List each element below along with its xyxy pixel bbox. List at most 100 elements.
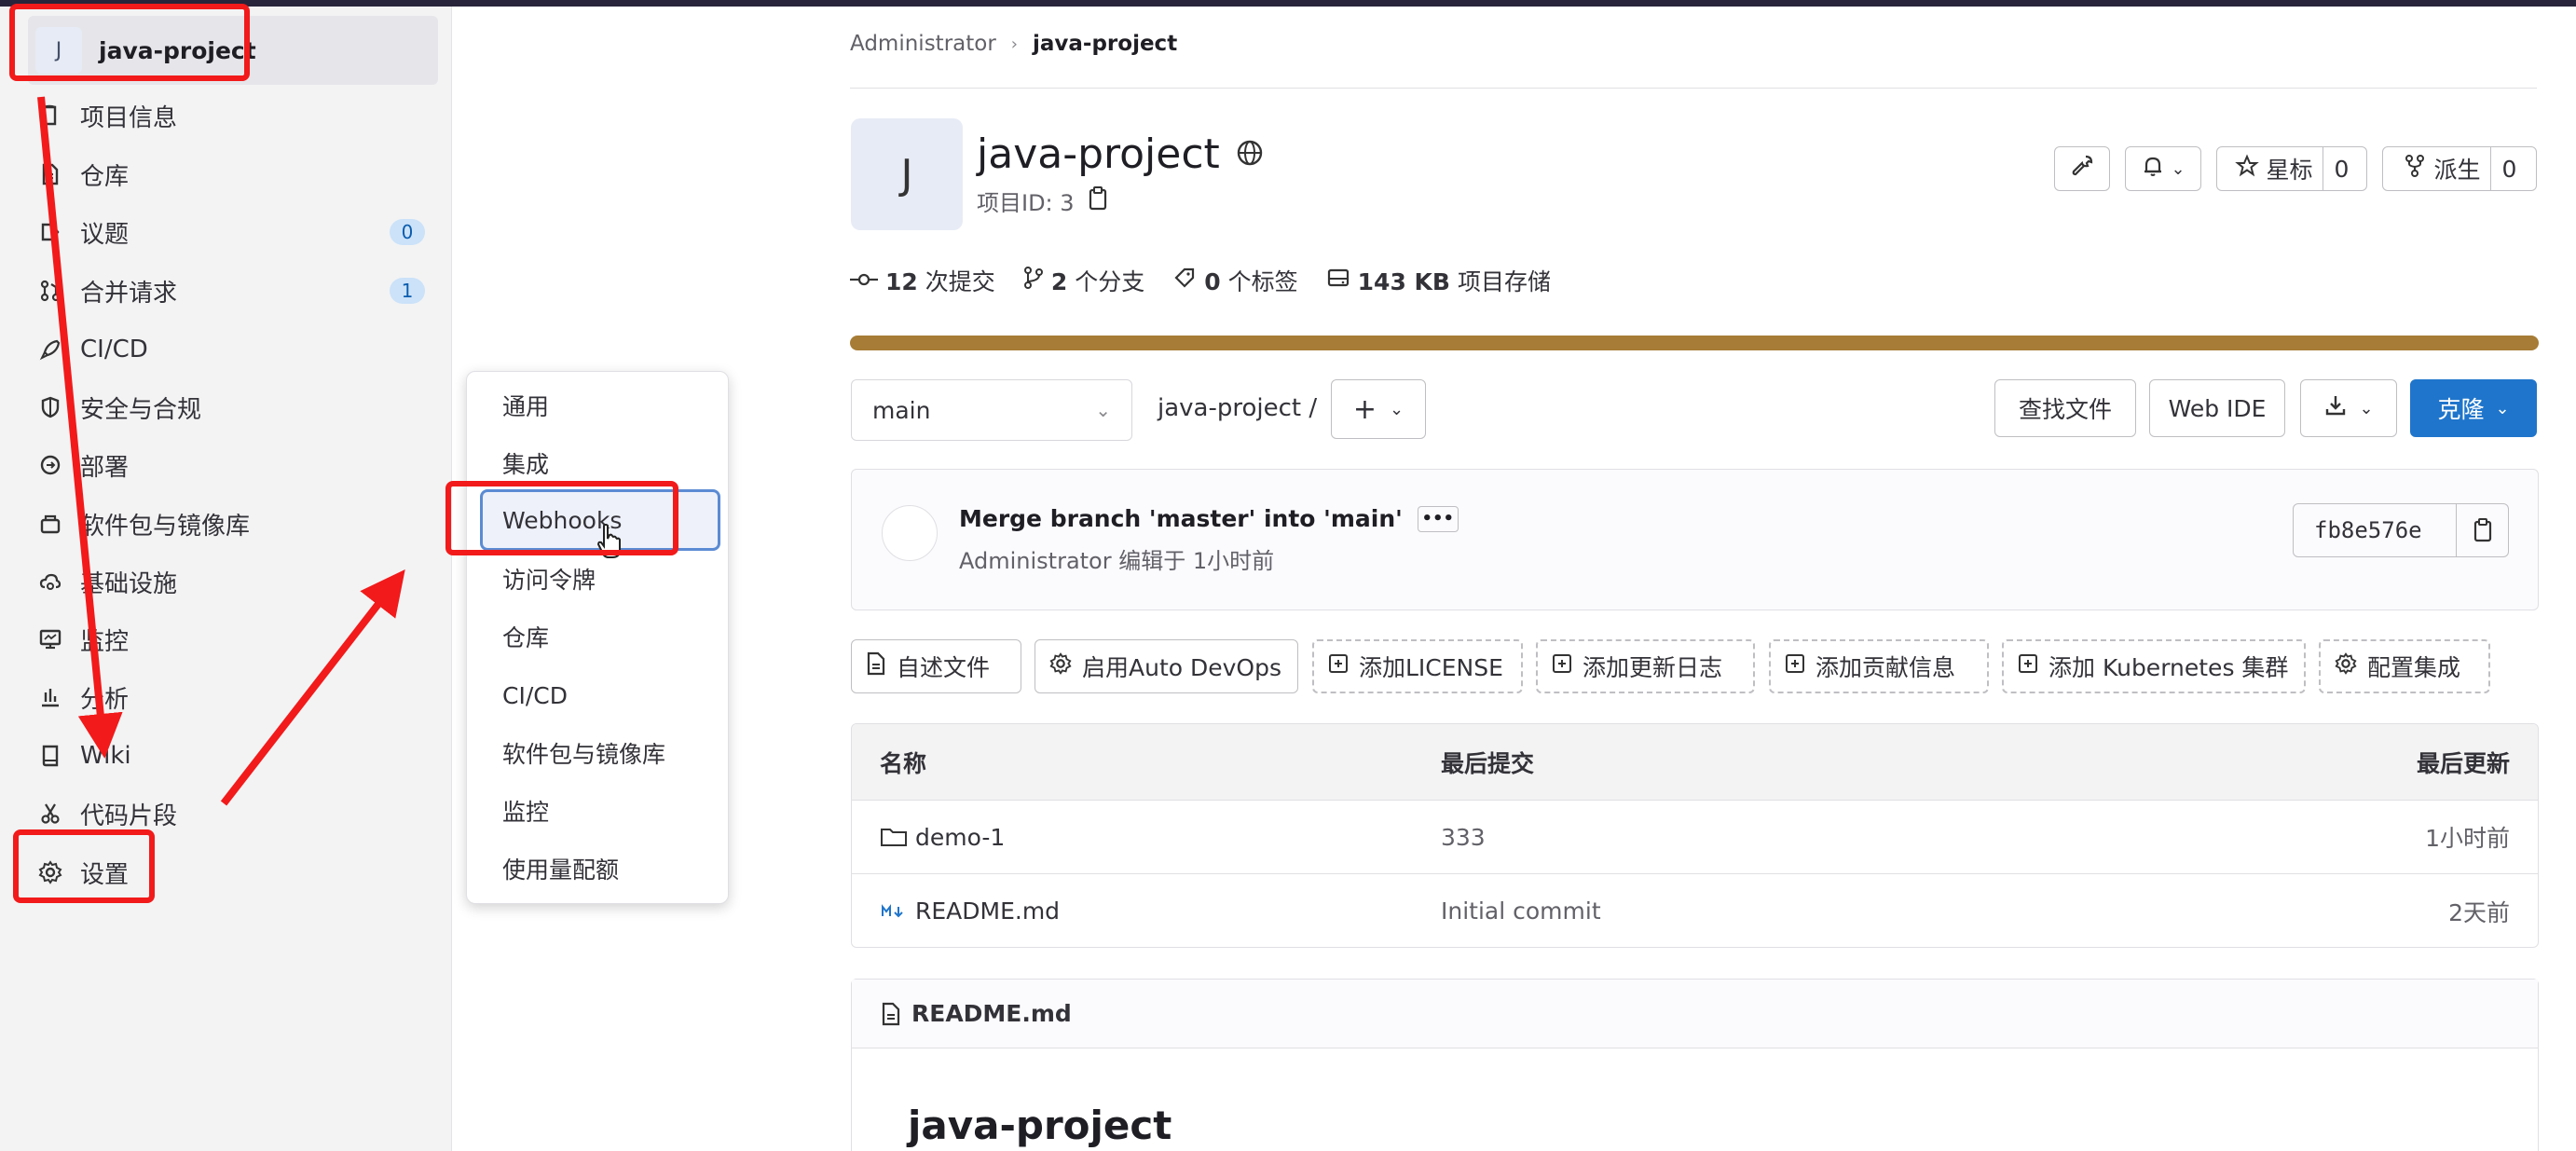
commit-author-line: Administrator 编辑于 1小时前 bbox=[959, 548, 1275, 574]
add-file-dropdown[interactable]: + ⌄ bbox=[1331, 379, 1426, 439]
auto-devops-button[interactable]: 启用Auto DevOps bbox=[1035, 639, 1298, 693]
project-title: java-project bbox=[977, 130, 1265, 178]
find-file-button[interactable]: 查找文件 bbox=[1994, 379, 2136, 437]
fork-button-main[interactable]: 派生 bbox=[2391, 152, 2490, 185]
sidebar-item-label: 仓库 bbox=[80, 162, 130, 191]
file-name-cell: README.md bbox=[880, 874, 1060, 947]
readme-filename[interactable]: README.md bbox=[911, 1000, 1072, 1027]
document-icon bbox=[34, 162, 67, 186]
commits-stat[interactable]: 12 次提交 bbox=[850, 264, 995, 297]
shield-icon bbox=[34, 395, 67, 419]
merge-request-icon bbox=[34, 279, 67, 303]
branch-selector[interactable]: main ⌄ bbox=[851, 379, 1132, 441]
file-name[interactable]: README.md bbox=[915, 898, 1060, 925]
clone-dropdown-button[interactable]: 克隆 ⌄ bbox=[2410, 379, 2537, 437]
flyout-item-repository[interactable]: 仓库 bbox=[502, 620, 549, 657]
file-last-commit[interactable]: Initial commit bbox=[1441, 874, 1601, 947]
sidebar-item-cicd[interactable]: CI/CD bbox=[34, 322, 425, 377]
branches-stat[interactable]: 2 个分支 bbox=[1023, 264, 1144, 297]
sidebar-item-merge-requests[interactable]: 合并请求 1 bbox=[34, 264, 425, 318]
configure-integrations-button[interactable]: 配置集成 bbox=[2319, 639, 2490, 693]
breadcrumb-parent[interactable]: Administrator bbox=[850, 32, 996, 56]
download-dropdown[interactable]: ⌄ bbox=[2300, 379, 2397, 437]
repo-path[interactable]: java-project / bbox=[1158, 394, 1317, 422]
add-license-button[interactable]: 添加LICENSE bbox=[1312, 639, 1523, 693]
breadcrumb: Administrator › java-project bbox=[850, 32, 1177, 56]
fork-icon bbox=[2403, 154, 2427, 184]
sidebar-item-label: 基础设施 bbox=[80, 569, 178, 598]
add-kubernetes-button[interactable]: 添加 Kubernetes 集群 bbox=[2002, 639, 2306, 693]
sidebar-item-project-info[interactable]: 项目信息 bbox=[34, 89, 425, 143]
commit-title: Merge branch 'master' into 'main' ••• bbox=[959, 505, 1459, 532]
star-button[interactable]: 星标 0 bbox=[2216, 146, 2367, 191]
file-last-commit[interactable]: 333 bbox=[1441, 801, 1486, 873]
sidebar-item-label: Wiki bbox=[80, 742, 131, 770]
add-changelog-button[interactable]: 添加更新日志 bbox=[1536, 639, 1755, 693]
add-contributing-button[interactable]: 添加贡献信息 bbox=[1769, 639, 1989, 693]
sidebar-item-packages[interactable]: 软件包与镜像库 bbox=[34, 497, 425, 551]
merge-requests-count-badge: 1 bbox=[390, 278, 425, 304]
tags-stat[interactable]: 0 个标签 bbox=[1172, 264, 1298, 297]
annotation-box-settings bbox=[13, 829, 155, 903]
globe-icon bbox=[1235, 130, 1265, 178]
fork-button[interactable]: 派生 0 bbox=[2382, 146, 2537, 191]
flyout-item-cicd[interactable]: CI/CD bbox=[502, 678, 568, 715]
fork-count[interactable]: 0 bbox=[2489, 147, 2528, 190]
gear-icon bbox=[1048, 651, 1073, 681]
storage-stat[interactable]: 143 KB 项目存储 bbox=[1326, 264, 1551, 297]
cloud-gear-icon bbox=[34, 569, 67, 594]
commit-expand-button[interactable]: ••• bbox=[1417, 505, 1459, 532]
admin-settings-button[interactable] bbox=[2054, 146, 2110, 191]
commit-message[interactable]: Merge branch 'master' into 'main' bbox=[959, 505, 1403, 532]
chevron-down-icon: ⌄ bbox=[1095, 399, 1111, 421]
sidebar-item-analytics[interactable]: 分析 bbox=[34, 670, 425, 724]
sidebar-item-deployments[interactable]: 部署 bbox=[34, 438, 425, 492]
sidebar-item-issues[interactable]: 议题 0 bbox=[34, 205, 425, 259]
web-ide-button[interactable]: Web IDE bbox=[2149, 379, 2285, 437]
table-row[interactable]: demo-1 333 1小时前 bbox=[852, 801, 2538, 874]
star-count[interactable]: 0 bbox=[2322, 147, 2361, 190]
flyout-item-usage-quotas[interactable]: 使用量配额 bbox=[502, 852, 619, 889]
author-avatar[interactable] bbox=[882, 505, 938, 561]
fork-label: 派生 bbox=[2433, 157, 2481, 184]
copy-icon[interactable] bbox=[1086, 185, 1110, 217]
readme-action-button[interactable]: 自述文件 bbox=[851, 639, 1021, 693]
branch-name: main bbox=[872, 396, 931, 424]
copy-sha-button[interactable] bbox=[2456, 504, 2508, 556]
commits-label: 次提交 bbox=[925, 268, 995, 295]
sidebar-item-security[interactable]: 安全与合规 bbox=[34, 380, 425, 434]
commit-sha[interactable]: fb8e576e bbox=[2294, 517, 2456, 543]
commit-icon bbox=[850, 267, 878, 295]
sidebar-item-repository[interactable]: 仓库 bbox=[34, 147, 425, 201]
flyout-item-general[interactable]: 通用 bbox=[502, 389, 549, 426]
sidebar-item-wiki[interactable]: Wiki bbox=[34, 729, 425, 783]
table-row[interactable]: README.md Initial commit 2天前 bbox=[852, 874, 2538, 947]
storage-usage-bar bbox=[850, 336, 2539, 350]
star-button-main[interactable]: 星标 bbox=[2224, 152, 2323, 185]
breadcrumb-divider bbox=[850, 88, 2537, 89]
commit-sha-group: fb8e576e bbox=[2293, 503, 2509, 557]
header-last-update: 最后更新 bbox=[2416, 749, 2510, 777]
flyout-item-packages[interactable]: 软件包与镜像库 bbox=[502, 736, 665, 774]
sidebar-item-label: CI/CD bbox=[80, 336, 148, 363]
project-title-text: java-project bbox=[977, 130, 1220, 178]
project-id-text: 项目ID: 3 bbox=[977, 190, 1075, 216]
plus-square-icon bbox=[1327, 652, 1350, 680]
download-icon bbox=[2323, 393, 2348, 423]
notification-dropdown[interactable]: ⌄ bbox=[2125, 146, 2201, 191]
gear-icon bbox=[2334, 651, 2358, 681]
quick-action-label: 添加更新日志 bbox=[1583, 654, 1723, 681]
flyout-item-monitor[interactable]: 监控 bbox=[502, 794, 549, 831]
header-last-commit: 最后提交 bbox=[1441, 749, 1535, 777]
folder-icon bbox=[881, 829, 907, 846]
sidebar-item-monitor[interactable]: 监控 bbox=[34, 612, 425, 666]
annotation-box-webhooks bbox=[445, 481, 678, 555]
clone-label: 克隆 bbox=[2437, 396, 2485, 423]
star-icon bbox=[2234, 154, 2259, 184]
file-name[interactable]: demo-1 bbox=[915, 824, 1005, 851]
header-name: 名称 bbox=[880, 749, 927, 777]
breadcrumb-current[interactable]: java-project bbox=[1033, 32, 1177, 56]
flyout-item-access-tokens[interactable]: 访问令牌 bbox=[502, 562, 596, 599]
flyout-item-integrations[interactable]: 集成 bbox=[502, 446, 549, 484]
sidebar-item-infrastructure[interactable]: 基础设施 bbox=[34, 555, 425, 609]
